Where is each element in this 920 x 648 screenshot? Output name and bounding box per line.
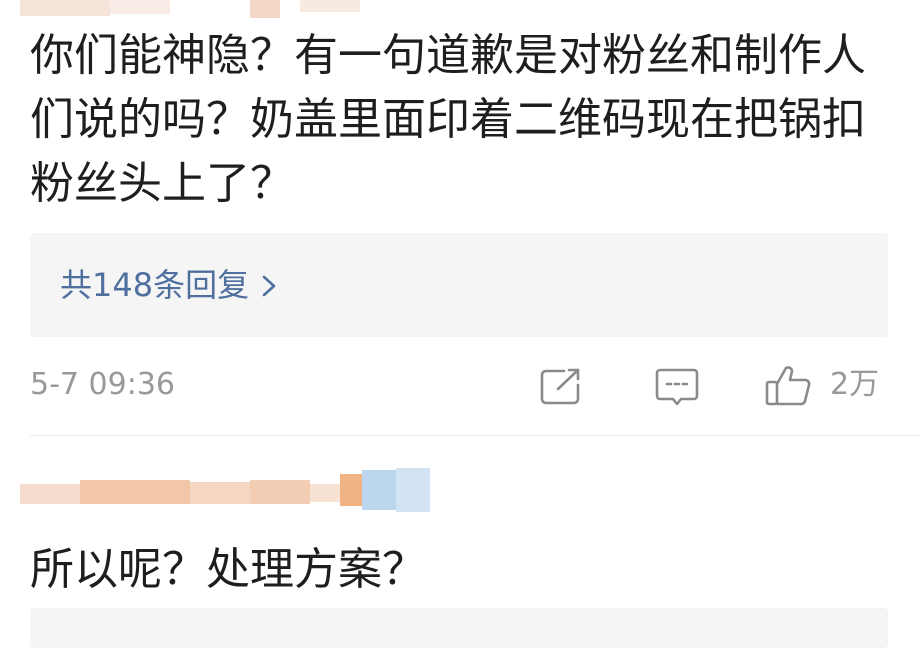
replies-label: 共148条回复 [60, 266, 250, 304]
comment-timestamp: 5-7 09:36 [30, 367, 175, 402]
comment-button[interactable] [654, 366, 700, 408]
comment-text-line: 粉丝头上了？ [30, 158, 294, 209]
comment-text-line: 你们能神隐？有一句道歉是对粉丝和制作人 [30, 30, 866, 81]
repost-icon [540, 368, 584, 410]
like-count[interactable]: 2万 [830, 370, 879, 400]
comment-text-line: 们说的吗？奶盖里面印着二维码现在把锅扣 [30, 94, 866, 145]
like-button[interactable] [764, 364, 812, 408]
comment-divider [30, 435, 920, 436]
comment-text-line: 所以呢？处理方案？ [30, 544, 426, 595]
username-blurred[interactable] [20, 466, 440, 522]
username-blurred[interactable] [0, 0, 380, 18]
repost-button[interactable] [540, 366, 584, 406]
replies-box[interactable]: 共148条回复 [30, 233, 888, 337]
replies-box[interactable] [30, 608, 888, 648]
comment-icon [654, 368, 700, 412]
view-replies-link[interactable]: 共148条回复 [60, 269, 277, 301]
chevron-right-icon [261, 272, 277, 298]
like-icon [764, 366, 812, 412]
